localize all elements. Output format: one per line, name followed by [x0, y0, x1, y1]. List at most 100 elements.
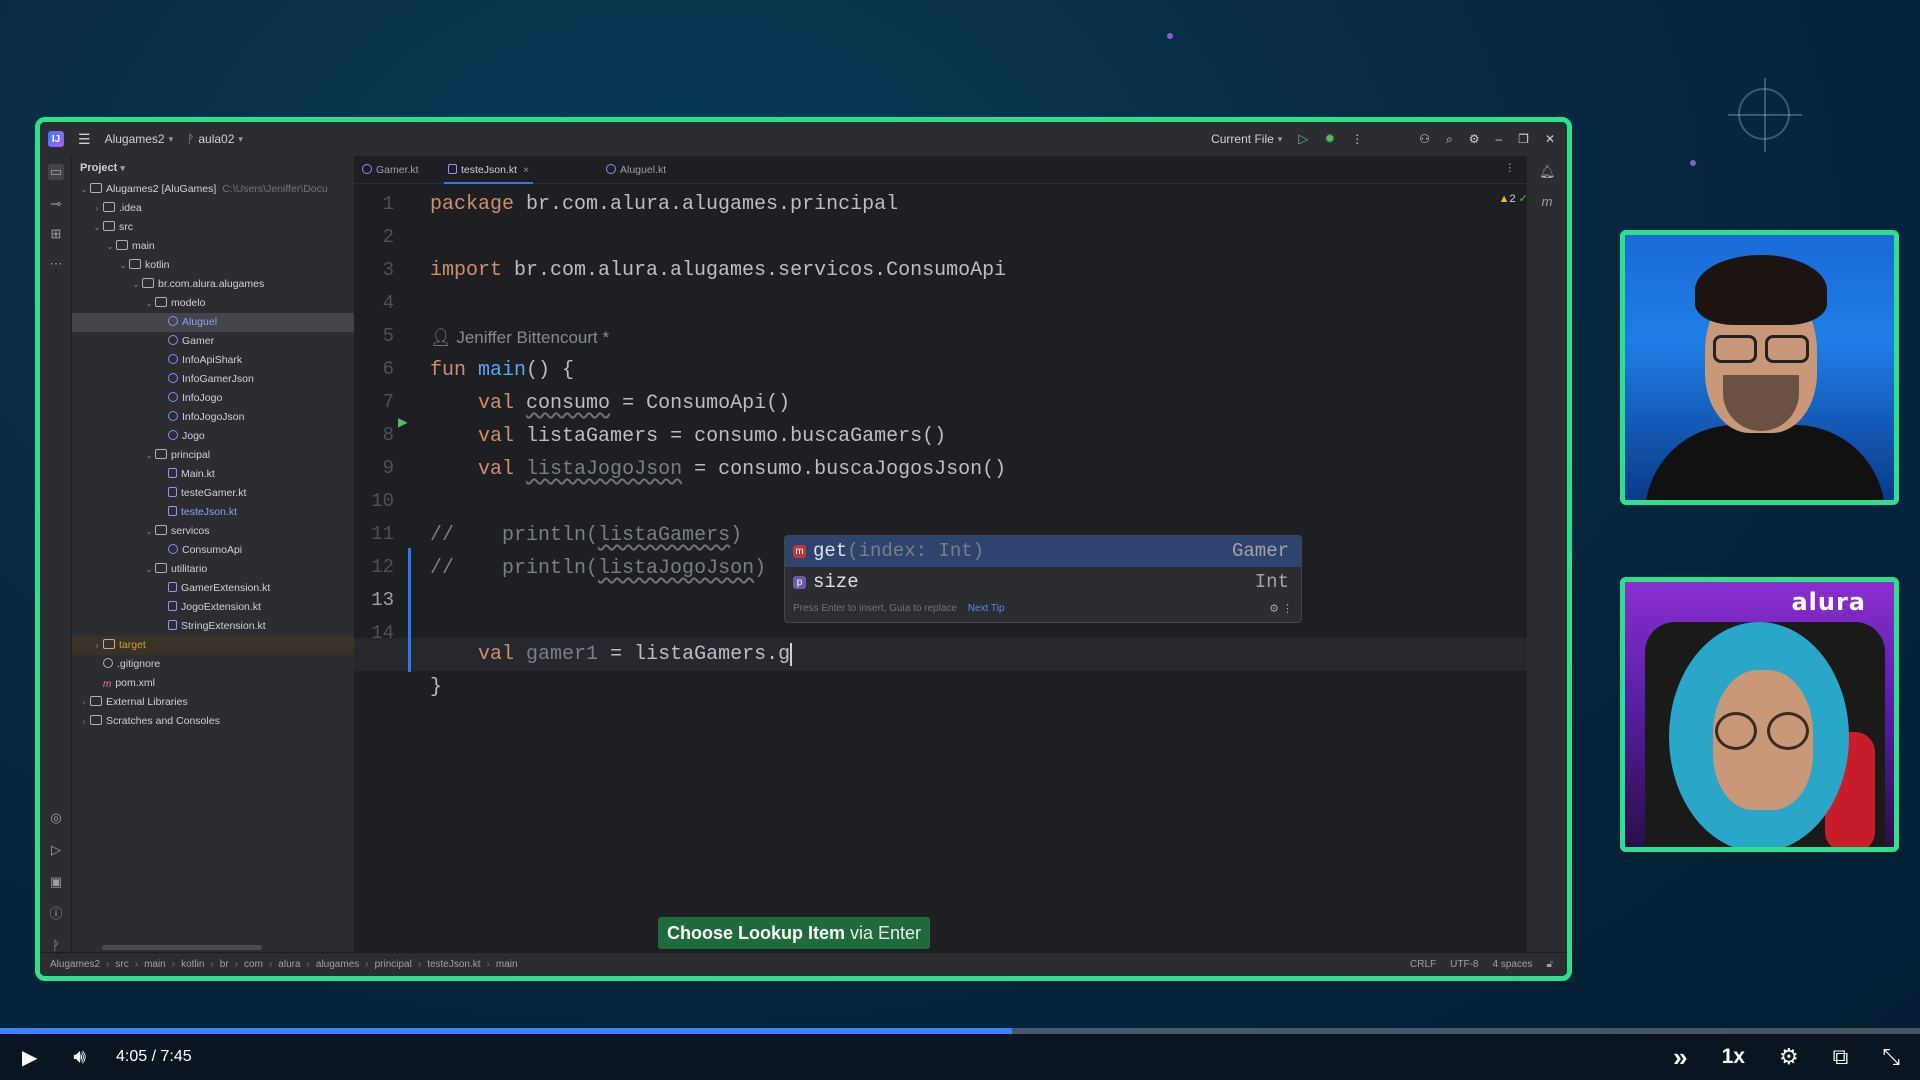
settings-icon[interactable]: ⚙ — [1779, 1044, 1799, 1070]
breadcrumb-item[interactable]: src — [115, 959, 128, 970]
chevron-right-icon[interactable]: › — [91, 636, 103, 655]
volume-icon[interactable]: 🔊︎ — [73, 1046, 86, 1069]
project-tool-icon[interactable]: ▭ — [48, 164, 64, 180]
branch-switcher[interactable]: ᚹ aula02 ▾ — [187, 132, 243, 146]
tree-item[interactable]: ⌄ src — [72, 218, 354, 237]
tab-options-icon[interactable]: ⋮ — [1505, 162, 1516, 174]
completion-item-get[interactable]: m get(index: Int) Gamer — [785, 536, 1301, 567]
chevron-down-icon[interactable]: ⌄ — [130, 275, 142, 294]
tree-item[interactable]: testeJson.kt — [72, 503, 354, 522]
breadcrumb-item[interactable]: com — [244, 959, 263, 970]
main-menu-icon[interactable]: ☰ — [78, 131, 91, 148]
chevron-right-icon[interactable]: › — [78, 712, 90, 731]
tree-item[interactable]: InfoJogo — [72, 389, 354, 408]
tree-item[interactable]: ⌄ utilitario — [72, 560, 354, 579]
run-config-selector[interactable]: Current File ▾ — [1211, 132, 1282, 146]
file-encoding[interactable]: UTF-8 — [1450, 959, 1478, 970]
notifications-icon[interactable]: 🔔︎ — [1539, 164, 1556, 180]
tree-item[interactable]: ⌄ Alugames2 [AluGames] C:\Users\Jeniffer\D… — [72, 180, 354, 199]
debug-icon[interactable]: ✹ — [1324, 131, 1335, 147]
account-icon[interactable]: ⚇ — [1419, 132, 1430, 146]
tree-item[interactable]: JogoExtension.kt — [72, 598, 354, 617]
breadcrumb-item[interactable]: Alugames2 — [50, 959, 100, 970]
search-icon[interactable]: ⌕ — [1446, 132, 1453, 147]
chevron-right-icon[interactable]: › — [78, 693, 90, 712]
tree-item[interactable]: ⌄ principal — [72, 446, 354, 465]
breadcrumb-item[interactable]: alura — [278, 959, 300, 970]
play-icon[interactable]: ▶ — [22, 1045, 37, 1070]
close-tab-icon[interactable]: × — [523, 164, 529, 176]
tree-item[interactable]: testeGamer.kt — [72, 484, 354, 503]
tree-item[interactable]: m pom.xml — [72, 674, 354, 693]
chevron-down-icon[interactable]: ⌄ — [117, 256, 129, 275]
tree-item[interactable]: › Scratches and Consoles — [72, 712, 354, 731]
chevron-right-icon[interactable]: › — [91, 199, 103, 218]
minimize-icon[interactable]: – — [1495, 132, 1502, 146]
terminal-tool-icon[interactable]: ▣ — [48, 874, 64, 890]
lock-icon[interactable]: 🔓︎ — [1547, 959, 1553, 970]
breadcrumb-item[interactable]: testeJson.kt — [427, 959, 480, 970]
breadcrumb-item[interactable]: alugames — [316, 959, 359, 970]
more-icon[interactable]: ⋮ — [1351, 132, 1363, 146]
breadcrumb-item[interactable]: br — [220, 959, 229, 970]
tree-item[interactable]: › External Libraries — [72, 693, 354, 712]
tree-item[interactable]: .gitignore — [72, 655, 354, 674]
tab-aluguel-kt[interactable]: Aluguel.kt — [606, 156, 666, 184]
chevron-down-icon[interactable]: ⌄ — [143, 522, 155, 541]
tree-item[interactable]: Aluguel — [72, 313, 354, 332]
project-scrollbar[interactable] — [102, 945, 262, 950]
tree-item[interactable]: InfoGamerJson — [72, 370, 354, 389]
exit-fullscreen-icon[interactable]: ⤡ — [1882, 1044, 1900, 1070]
author-hint[interactable]: 👤︎ Jeniffer Bittencourt * — [430, 321, 609, 354]
tab-gamer-kt[interactable]: Gamer.kt — [362, 156, 419, 184]
chevron-down-icon[interactable]: ⌄ — [143, 294, 155, 313]
breadcrumb-item[interactable]: principal — [375, 959, 412, 970]
indent-setting[interactable]: 4 spaces — [1492, 959, 1532, 970]
commit-tool-icon[interactable]: ⊸ — [48, 196, 64, 212]
tree-item[interactable]: ⌄ kotlin — [72, 256, 354, 275]
chevron-down-icon[interactable]: ⌄ — [91, 218, 103, 237]
tree-item[interactable]: ⌄ br.com.alura.alugames — [72, 275, 354, 294]
services-tool-icon[interactable]: ◎ — [48, 810, 64, 826]
tree-item[interactable]: GamerExtension.kt — [72, 579, 354, 598]
tree-item[interactable]: Gamer — [72, 332, 354, 351]
next-tip-link[interactable]: Next Tip — [968, 603, 1005, 614]
tab-testejson-kt[interactable]: testeJson.kt × — [444, 156, 534, 184]
chevron-down-icon[interactable]: ⌄ — [104, 237, 116, 256]
tree-item[interactable]: ⌄ modelo — [72, 294, 354, 313]
tree-item[interactable]: ⌄ servicos — [72, 522, 354, 541]
structure-tool-icon[interactable]: ⊞ — [48, 226, 64, 242]
tree-item[interactable]: › target — [72, 636, 354, 655]
tree-item[interactable]: StringExtension.kt — [72, 617, 354, 636]
breadcrumb-item[interactable]: main — [496, 959, 518, 970]
tree-item[interactable]: ⌄ main — [72, 237, 354, 256]
completion-item-size[interactable]: p size Int — [785, 567, 1301, 598]
chevron-down-icon[interactable]: ⌄ — [143, 560, 155, 579]
chevron-down-icon[interactable]: ⌄ — [78, 180, 90, 199]
tree-item[interactable]: InfoJogoJson — [72, 408, 354, 427]
maven-icon[interactable]: m — [1539, 194, 1555, 210]
line-separator[interactable]: CRLF — [1410, 959, 1436, 970]
skip-forward-icon[interactable]: » — [1673, 1042, 1687, 1073]
run-gutter-icon[interactable]: ▶ — [398, 412, 408, 432]
run-tool-icon[interactable]: ▷ — [48, 842, 64, 858]
playback-speed-button[interactable]: 1x — [1722, 1045, 1745, 1069]
close-icon[interactable]: ✕ — [1545, 132, 1555, 146]
breadcrumb-item[interactable]: main — [144, 959, 166, 970]
chevron-down-icon[interactable]: ⌄ — [143, 446, 155, 465]
settings-icon[interactable]: ⚙ — [1469, 132, 1480, 146]
tree-item[interactable]: Jogo — [72, 427, 354, 446]
run-icon[interactable]: ▷ — [1298, 131, 1308, 147]
tree-item[interactable]: Main.kt — [72, 465, 354, 484]
more-tools-icon[interactable]: ⋯ — [48, 256, 64, 272]
tree-item[interactable]: InfoApiShark — [72, 351, 354, 370]
breadcrumb-item[interactable]: kotlin — [181, 959, 204, 970]
project-panel-header[interactable]: Project ▾ — [72, 156, 354, 180]
tree-item[interactable]: › .idea — [72, 199, 354, 218]
tree-item[interactable]: ConsumoApi — [72, 541, 354, 560]
completion-options-icon[interactable]: ⚙ ⋮ — [1269, 598, 1293, 620]
picture-in-picture-icon[interactable]: ⧉ — [1833, 1044, 1849, 1070]
project-switcher[interactable]: Alugames2 ▾ — [105, 132, 174, 146]
restore-icon[interactable]: ❐ — [1518, 132, 1529, 146]
problems-tool-icon[interactable]: ⓘ — [48, 906, 64, 922]
